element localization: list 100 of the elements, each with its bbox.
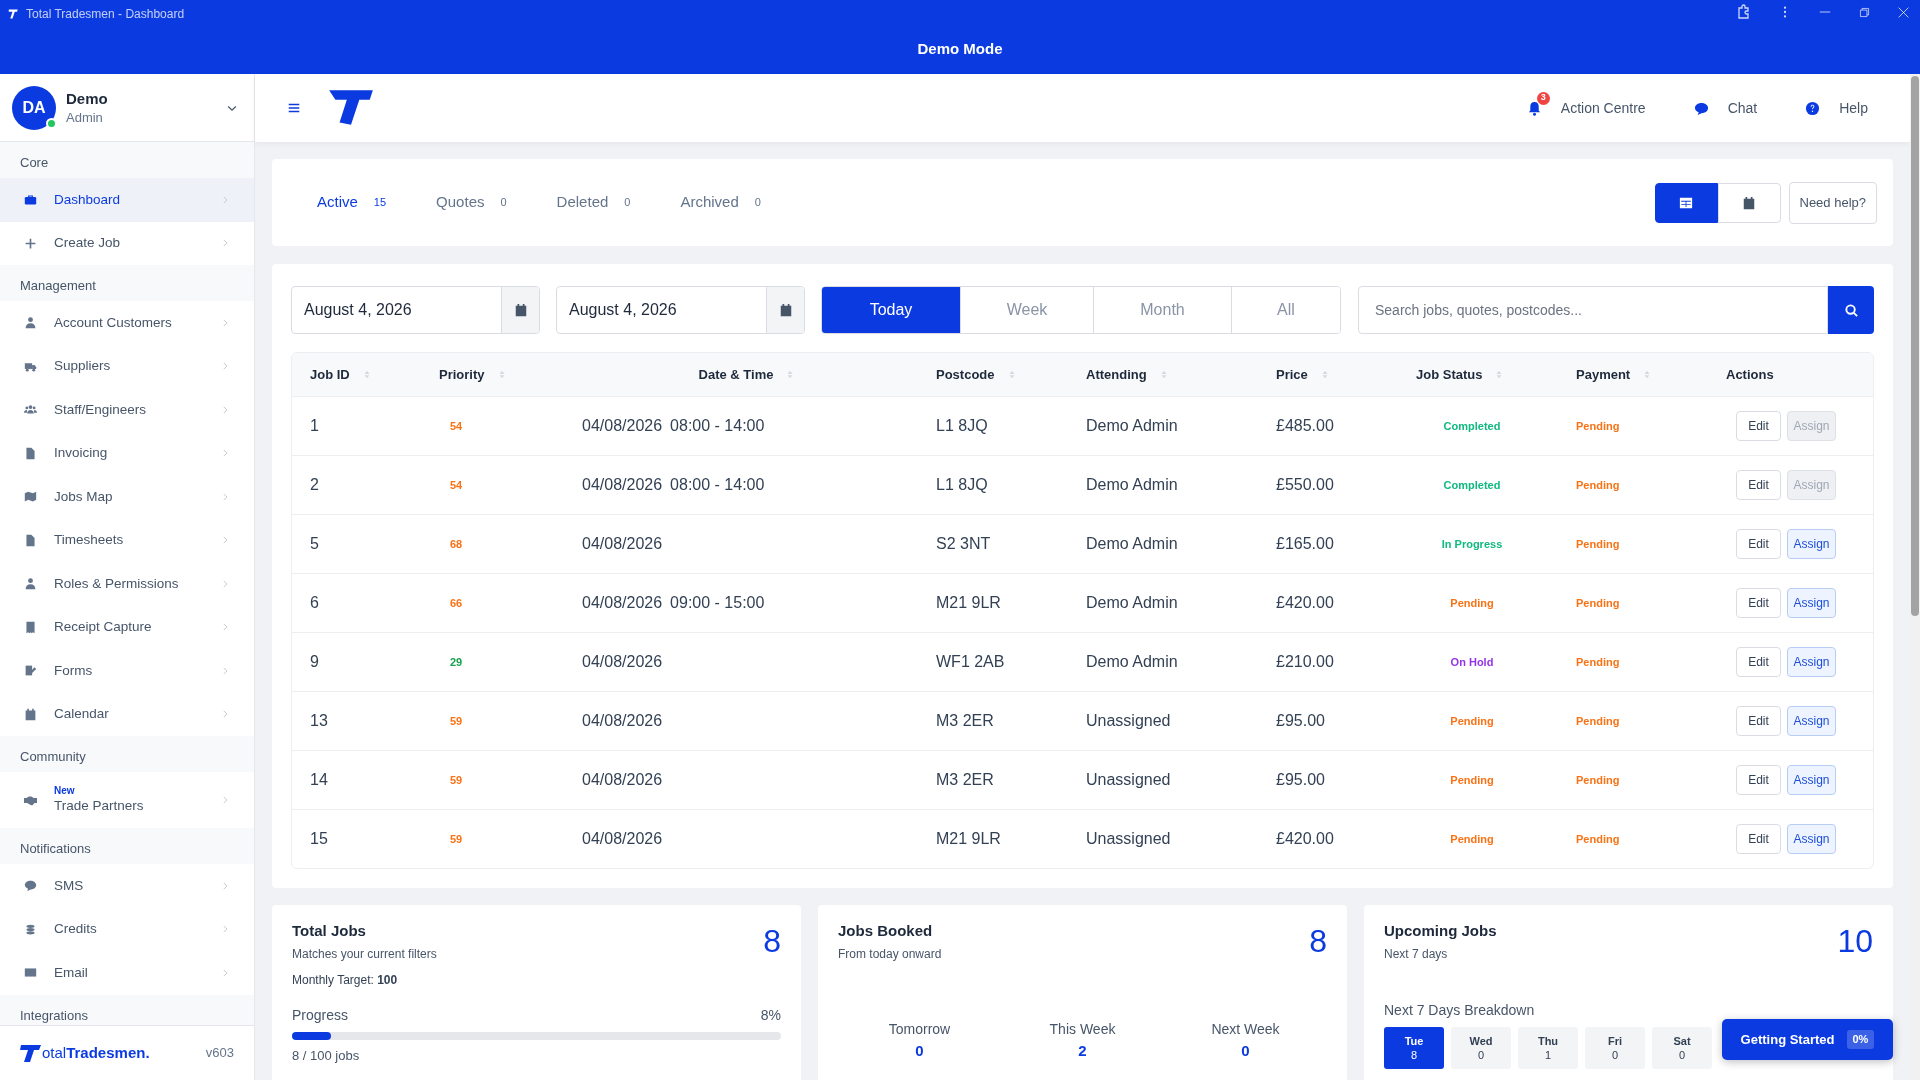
table-cell-text: 08:00 - 14:00 — [670, 475, 765, 495]
edit-button[interactable]: Edit — [1736, 588, 1781, 618]
stat-value: 0 — [915, 1041, 924, 1061]
sidebar-item[interactable]: Create Job — [0, 221, 254, 265]
table-cell-text: Demo Admin — [1086, 416, 1178, 436]
sidebar-item[interactable]: Dashboard — [0, 178, 254, 222]
chevron-right-icon — [220, 622, 230, 633]
window-title: Total Tradesmen - Dashboard — [26, 6, 185, 23]
table-cell-text: S2 3NT — [936, 534, 991, 554]
table-cell-text: £420.00 — [1276, 593, 1334, 613]
sidebar-item[interactable]: Account Customers — [0, 301, 254, 345]
payment-status: Pending — [1576, 831, 1620, 847]
assign-button[interactable]: Assign — [1787, 706, 1836, 736]
column-header[interactable]: Price — [1276, 364, 1308, 385]
sidebar-item[interactable]: Calendar — [0, 692, 254, 736]
sidebar-item[interactable]: Invoicing — [0, 431, 254, 475]
sidebar-item[interactable]: Forms — [0, 649, 254, 693]
header-action[interactable]: Chat — [1693, 85, 1760, 131]
range-button[interactable]: Today — [822, 287, 960, 333]
stat-value: 0 — [1241, 1041, 1250, 1061]
map-icon — [24, 490, 37, 504]
assign-button[interactable]: Assign — [1787, 765, 1836, 795]
calendar-icon[interactable] — [778, 303, 793, 317]
edit-button[interactable]: Edit — [1736, 706, 1781, 736]
view-toggle[interactable] — [1654, 182, 1718, 223]
scrollbar-thumb[interactable] — [1911, 76, 1919, 616]
table-cell-text: L1 8JQ — [936, 475, 988, 495]
header-action[interactable]: Help — [1805, 85, 1870, 131]
day-tile[interactable]: Wed 0 — [1451, 1027, 1511, 1069]
table-cell-text: 08:00 - 14:00 — [670, 416, 765, 436]
edit-button[interactable]: Edit — [1736, 824, 1781, 854]
sidebar-item[interactable]: Timesheets — [0, 518, 254, 562]
edit-button[interactable]: Edit — [1736, 411, 1781, 441]
sidebar-item[interactable]: Credits — [0, 907, 254, 951]
user-avatar[interactable]: DA — [12, 85, 56, 130]
date-field[interactable]: August 4, 2026 — [291, 286, 540, 334]
card-subtitle: Matches your current filters — [292, 946, 437, 963]
plus-icon — [24, 236, 37, 250]
close-icon[interactable] — [1897, 5, 1910, 19]
edit-button[interactable]: Edit — [1736, 470, 1781, 500]
tab[interactable]: Archived 0 — [680, 191, 761, 214]
section-heading: Notifications — [20, 840, 91, 859]
calendar-icon[interactable] — [513, 303, 528, 317]
card-subtitle: Next 7 days — [1384, 946, 1449, 963]
table-cell-text: Demo Admin — [1086, 534, 1178, 554]
day-tile[interactable]: Fri 0 — [1585, 1027, 1645, 1069]
assign-button[interactable]: Assign — [1787, 824, 1836, 854]
card-count: 8 — [1309, 923, 1327, 961]
sidebar-item[interactable]: Email — [0, 951, 254, 995]
chevron-right-icon — [220, 317, 230, 328]
date-field[interactable]: August 4, 2026 — [556, 286, 805, 334]
sidebar-item[interactable]: Staff/Engineers — [0, 388, 254, 432]
assign-button[interactable]: Assign — [1787, 647, 1836, 677]
table-cell-text: 6 — [310, 593, 319, 613]
table-cell-text: L1 8JQ — [936, 416, 988, 436]
table-cell-text: Unassigned — [1086, 711, 1171, 731]
search-button[interactable] — [1828, 286, 1874, 334]
table-cell-text: £95.00 — [1276, 770, 1325, 790]
edit-button[interactable]: Edit — [1736, 765, 1781, 795]
sidebar-item[interactable]: Suppliers — [0, 344, 254, 388]
priority-score: 68 — [450, 536, 463, 552]
sidebar-item[interactable]: Receipt Capture — [0, 605, 254, 649]
sidebar-item[interactable]: New Trade Partners — [0, 772, 254, 828]
search-field[interactable]: Search jobs, quotes, postcodes... — [1358, 286, 1828, 334]
column-header[interactable]: Postcode — [936, 364, 995, 385]
table-cell-text: Demo Admin — [1086, 593, 1178, 613]
extension-icon[interactable] — [1736, 4, 1752, 20]
column-header[interactable]: Priority — [439, 364, 485, 385]
day-tile[interactable]: Tue 8 — [1384, 1027, 1444, 1069]
assign-button[interactable]: Assign — [1787, 529, 1836, 559]
tab[interactable]: Deleted 0 — [556, 191, 631, 214]
tab[interactable]: Quotes 0 — [436, 191, 507, 214]
sidebar-item[interactable]: Jobs Map — [0, 475, 254, 519]
need-help-button[interactable]: Need help? — [1788, 181, 1877, 224]
column-header[interactable]: Payment — [1576, 364, 1631, 385]
column-header[interactable]: Date & Time — [698, 364, 774, 385]
priority-score: 66 — [450, 595, 463, 611]
menu-icon[interactable] — [287, 101, 301, 115]
column-header: Actions — [1726, 365, 1774, 384]
restore-icon[interactable] — [1858, 5, 1871, 19]
edit-button[interactable]: Edit — [1736, 529, 1781, 559]
day-tile[interactable]: Sat 0 — [1652, 1027, 1712, 1069]
sidebar-item[interactable]: SMS — [0, 864, 254, 908]
header-action[interactable]: 3 Action Centre — [1526, 85, 1648, 131]
day-tile[interactable]: Thu 1 — [1518, 1027, 1578, 1069]
column-header[interactable]: Job ID — [310, 364, 350, 385]
section-heading: Integrations — [20, 1006, 88, 1025]
stat-label: Next Week — [1211, 1020, 1280, 1039]
assign-button[interactable]: Assign — [1787, 588, 1836, 618]
monthly-target: Monthly Target: 100 — [292, 972, 399, 989]
column-header[interactable]: Job Status — [1416, 364, 1483, 385]
card-count: 10 — [1837, 923, 1873, 961]
edit-button[interactable]: Edit — [1736, 647, 1781, 677]
priority-score: 54 — [450, 418, 463, 434]
tab[interactable]: Active 15 — [317, 191, 387, 214]
column-header[interactable]: Attending — [1086, 364, 1147, 385]
bell-icon — [1526, 100, 1542, 116]
sidebar-item[interactable]: Roles & Permissions — [0, 562, 254, 606]
getting-started-button[interactable]: Getting Started 0% — [1722, 1019, 1893, 1060]
table-cell-text: 04/08/2026 — [582, 475, 663, 495]
